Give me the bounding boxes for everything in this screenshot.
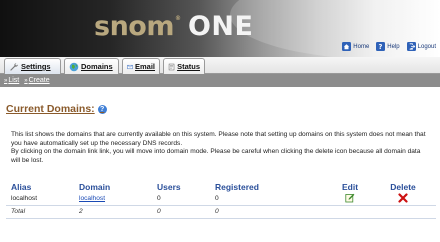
column-header-domain: Domain [79,181,111,192]
total-users: 0 [152,205,210,219]
total-domains: 2 [74,205,152,219]
help-icon: ? [376,42,386,51]
top-links: Home ? Help Logout [342,42,436,51]
page-title: Current Domains: ? [6,103,107,115]
subnav-list-link[interactable]: » List [4,77,19,84]
home-link-label: Home [353,43,370,50]
help-icon[interactable]: ? [97,104,107,114]
tab-status[interactable]: Status [163,58,205,74]
main-tabs: Settings Domains Email Status [0,57,440,74]
cell-registered: 0 [215,194,219,202]
total-registered: 0 [210,205,330,219]
edit-icon[interactable] [345,193,355,203]
subnav-create-link[interactable]: » Create [24,77,49,84]
column-header-registered: Registered [215,181,259,192]
table-header-row: Alias Domain Users Registered Edit Delet… [6,181,436,192]
page-title-text: Current Domains: [6,103,95,115]
logout-link[interactable]: Logout [406,42,436,51]
tab-domains[interactable]: Domains [64,58,119,74]
total-edit-empty [330,205,370,219]
cell-edit [330,192,370,205]
page-description: This list shows the domains that are cur… [11,131,431,165]
cell-domain: localhost [74,192,152,205]
tab-email[interactable]: Email [122,58,160,74]
subnav-list-label: List [8,77,20,84]
column-header-edit: Edit [341,181,359,192]
column-header-alias: Alias [11,181,32,192]
home-icon [342,42,352,51]
tab-settings[interactable]: Settings [4,58,61,74]
tab-settings-label: Settings [21,62,51,71]
subnav-create-label: Create [28,77,50,84]
column-header-delete: Delete [390,181,416,192]
total-delete-empty [370,205,436,219]
subnav-list-arrow: » [4,77,8,84]
cell-delete [370,192,436,205]
table-total-row: Total 2 0 0 [6,205,436,219]
description-paragraph-2: By clicking on the domain link link, you… [11,148,421,164]
subnav-create-arrow: » [24,77,28,84]
home-link[interactable]: Home [342,42,369,51]
tab-status-label: Status [177,62,200,71]
app-header: snom ® ONE Home ? Help Logout [0,0,440,57]
column-header-users: Users [157,181,181,192]
domain-link[interactable]: localhost [79,195,105,202]
email-icon [127,64,133,69]
tab-domains-label: Domains [81,62,113,71]
cell-alias: localhost [11,194,38,202]
svg-text:?: ? [379,43,383,51]
tab-email-label: Email [134,62,155,71]
status-icon [168,63,175,70]
domains-table: Alias Domain Users Registered Edit Delet… [6,181,436,219]
wrench-icon [10,62,18,71]
logout-icon [406,42,416,51]
globe-icon [69,62,79,71]
sub-navigation: » List » Create [0,74,440,87]
logo-registered-mark: ® [174,15,181,22]
logo-brand: snom [94,11,174,42]
logout-link-label: Logout [417,43,436,50]
description-paragraph-1: This list shows the domains that are cur… [11,131,426,147]
help-link[interactable]: ? Help [376,42,400,51]
delete-icon[interactable] [398,193,408,203]
snom-one-logo: snom ® ONE [94,11,253,45]
total-label: Total [6,205,74,219]
table-row: localhost localhost 0 0 [6,192,436,205]
help-link-label: Help [387,43,400,50]
cell-users: 0 [157,194,161,202]
logo-product: ONE [187,11,254,42]
